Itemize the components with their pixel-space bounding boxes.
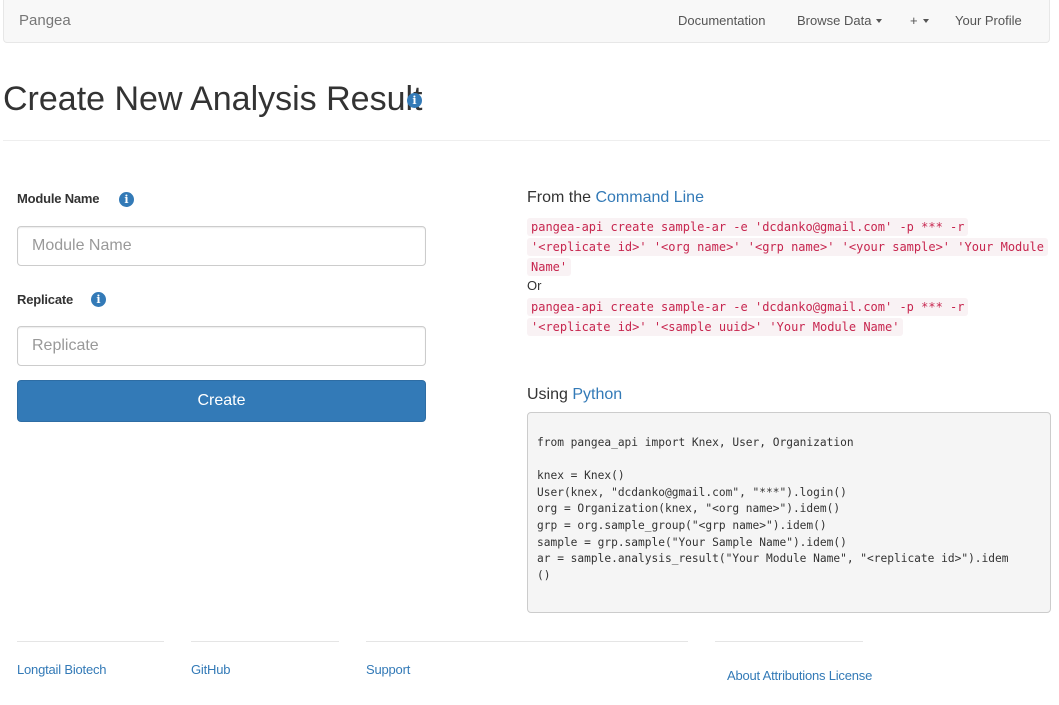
python-heading: Using Python [527, 386, 622, 404]
module-name-label: Module Name [17, 191, 100, 206]
cli-command-2-code: pangea-api create sample-ar -e 'dcdanko@… [527, 298, 969, 336]
footer-link-github[interactable]: GitHub [191, 662, 230, 677]
caret-down-icon [876, 19, 883, 23]
cli-heading: From the Command Line [527, 189, 704, 207]
python-code-block: from pangea_api import Knex, User, Organ… [527, 412, 1051, 613]
cli-heading-prefix: From the [527, 189, 596, 206]
replicate-input[interactable] [17, 326, 426, 366]
replicate-label: Replicate [17, 292, 74, 307]
cli-command-1-code: pangea-api create sample-ar -e 'dcdanko@… [527, 218, 1048, 276]
or-text: Or [527, 278, 542, 293]
module-name-input[interactable] [17, 226, 426, 266]
nav-plus-menu[interactable]: + [910, 13, 929, 28]
python-heading-prefix: Using [527, 386, 573, 403]
title-divider [3, 140, 1050, 141]
footer-link-about[interactable]: About Attributions License [727, 668, 872, 683]
footer-link-longtail[interactable]: Longtail Biotech [17, 662, 107, 677]
brand-logo[interactable]: Pangea [19, 12, 71, 29]
cli-command-1: pangea-api create sample-ar -e 'dcdanko@… [527, 217, 1048, 277]
nav-browse-data-label: Browse Data [797, 13, 872, 28]
python-link[interactable]: Python [572, 386, 622, 403]
page-title: Create New Analysis Result [3, 80, 423, 118]
top-navbar: Pangea Documentation Browse Data + Your … [3, 0, 1050, 43]
nav-your-profile[interactable]: Your Profile [955, 13, 1022, 28]
footer-divider [715, 641, 863, 642]
nav-browse-data[interactable]: Browse Data [797, 13, 883, 28]
caret-down-icon [922, 19, 929, 23]
info-icon[interactable]: i [91, 292, 106, 307]
footer-divider [191, 641, 339, 642]
nav-documentation[interactable]: Documentation [678, 13, 765, 28]
nav-plus-label: + [910, 13, 918, 28]
footer-divider [366, 641, 688, 642]
cli-command-2: pangea-api create sample-ar -e 'dcdanko@… [527, 297, 1047, 337]
info-icon[interactable]: i [119, 192, 134, 207]
create-button[interactable]: Create [17, 380, 426, 422]
footer-link-support[interactable]: Support [366, 662, 410, 677]
info-icon[interactable]: i [407, 93, 422, 108]
command-line-link[interactable]: Command Line [595, 189, 704, 206]
footer-divider [17, 641, 164, 642]
